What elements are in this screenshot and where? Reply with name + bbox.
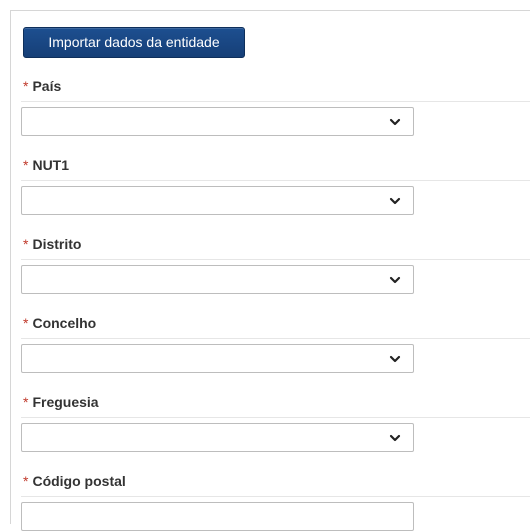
divider bbox=[21, 259, 530, 260]
chevron-down-icon bbox=[389, 197, 401, 205]
field-label-text: País bbox=[32, 78, 62, 94]
freguesia-select[interactable] bbox=[21, 423, 414, 452]
field-label-pais: * País bbox=[23, 78, 61, 94]
divider bbox=[21, 180, 530, 181]
nut1-select[interactable] bbox=[21, 186, 414, 215]
field-label-freguesia: * Freguesia bbox=[23, 394, 99, 410]
required-marker: * bbox=[23, 315, 29, 331]
import-entity-data-button[interactable]: Importar dados da entidade bbox=[23, 27, 245, 58]
codigo-postal-input[interactable] bbox=[21, 502, 414, 531]
distrito-select[interactable] bbox=[21, 265, 414, 294]
chevron-down-icon bbox=[389, 118, 401, 126]
chevron-down-icon bbox=[389, 434, 401, 442]
field-label-text: Código postal bbox=[32, 473, 126, 489]
divider bbox=[21, 338, 530, 339]
required-marker: * bbox=[23, 394, 29, 410]
concelho-select[interactable] bbox=[21, 344, 414, 373]
chevron-down-icon bbox=[389, 276, 401, 284]
required-marker: * bbox=[23, 473, 29, 489]
required-marker: * bbox=[23, 78, 29, 94]
field-label-nut1: * NUT1 bbox=[23, 157, 69, 173]
chevron-down-icon bbox=[389, 355, 401, 363]
field-label-text: Concelho bbox=[32, 315, 97, 331]
divider bbox=[21, 496, 530, 497]
field-label-text: NUT1 bbox=[32, 157, 70, 173]
divider bbox=[21, 417, 530, 418]
field-label-concelho: * Concelho bbox=[23, 315, 96, 331]
required-marker: * bbox=[23, 236, 29, 252]
required-marker: * bbox=[23, 157, 29, 173]
field-label-text: Freguesia bbox=[32, 394, 99, 410]
field-label-text: Distrito bbox=[32, 236, 82, 252]
divider bbox=[21, 101, 530, 102]
field-label-distrito: * Distrito bbox=[23, 236, 81, 252]
field-label-codigo-postal: * Código postal bbox=[23, 473, 126, 489]
pais-select[interactable] bbox=[21, 107, 414, 136]
